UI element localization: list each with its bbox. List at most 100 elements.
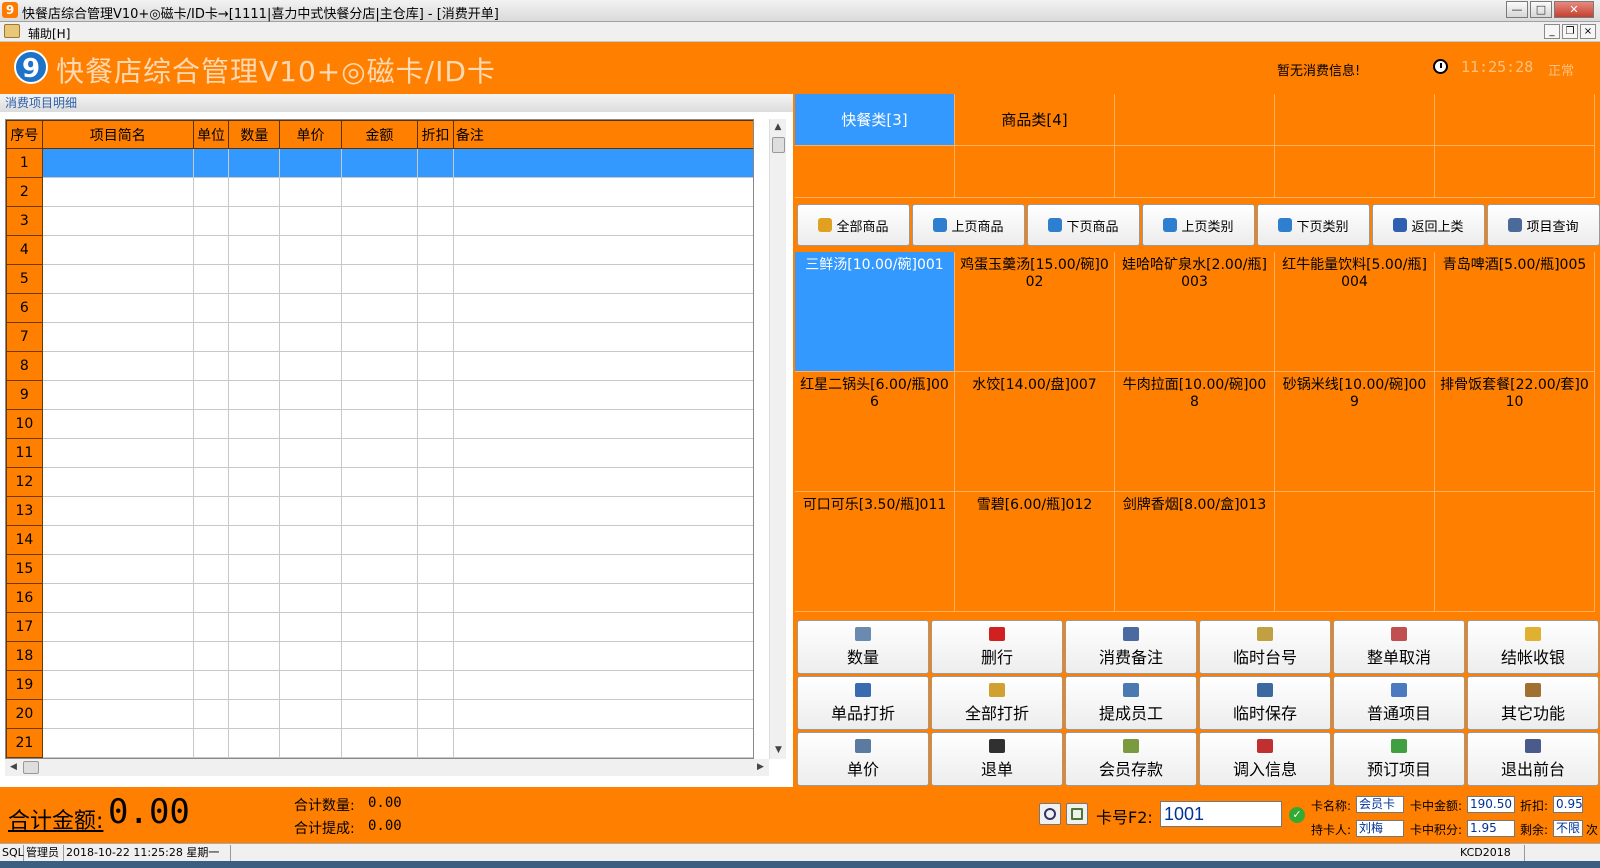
table-row[interactable]: 1 (6, 148, 753, 178)
table-cell[interactable] (279, 438, 342, 468)
table-cell[interactable] (452, 467, 753, 497)
table-cell[interactable] (192, 264, 230, 294)
table-cell[interactable] (417, 206, 454, 236)
table-cell[interactable] (192, 525, 230, 555)
table-cell[interactable] (279, 322, 342, 352)
table-cell[interactable] (452, 525, 753, 555)
table-cell[interactable] (192, 641, 230, 671)
table-cell[interactable] (279, 148, 342, 178)
nav-button[interactable]: 下页类别 (1257, 204, 1370, 246)
table-cell[interactable] (228, 177, 281, 207)
table-cell[interactable] (279, 641, 342, 671)
table-cell[interactable] (417, 322, 454, 352)
table-cell[interactable] (41, 235, 194, 265)
hscroll-thumb[interactable] (23, 761, 39, 774)
table-cell[interactable] (192, 235, 230, 265)
table-cell[interactable] (417, 438, 454, 468)
table-cell[interactable] (340, 554, 419, 584)
nav-button[interactable]: 上页类别 (1142, 204, 1255, 246)
row-index[interactable]: 10 (6, 409, 43, 439)
function-button[interactable]: 其它功能 (1467, 676, 1599, 730)
table-cell[interactable] (340, 438, 419, 468)
row-index[interactable]: 11 (6, 438, 43, 468)
table-row[interactable]: 8 (6, 351, 753, 381)
nav-button[interactable]: 返回上类 (1372, 204, 1485, 246)
function-button[interactable]: 整单取消 (1333, 620, 1465, 674)
table-cell[interactable] (417, 641, 454, 671)
function-button[interactable]: 临时保存 (1199, 676, 1331, 730)
mdi-close-button[interactable]: × (1580, 24, 1596, 39)
table-cell[interactable] (340, 409, 419, 439)
row-index[interactable]: 21 (6, 728, 43, 758)
table-cell[interactable] (452, 699, 753, 729)
table-cell[interactable] (417, 699, 454, 729)
table-row[interactable]: 17 (6, 612, 753, 642)
category-tab[interactable]: 商品类[4] (955, 94, 1115, 146)
function-button[interactable]: 退出前台 (1467, 732, 1599, 786)
category-empty-cell[interactable] (1115, 94, 1275, 146)
table-cell[interactable] (452, 496, 753, 526)
minimize-button[interactable]: — (1506, 1, 1528, 18)
function-button[interactable]: 结帐收银 (1467, 620, 1599, 674)
table-cell[interactable] (228, 293, 281, 323)
table-cell[interactable] (417, 351, 454, 381)
table-cell[interactable] (192, 496, 230, 526)
table-cell[interactable] (41, 641, 194, 671)
table-cell[interactable] (340, 699, 419, 729)
column-header[interactable]: 单价 (279, 120, 342, 149)
table-cell[interactable] (279, 728, 342, 758)
table-cell[interactable] (228, 496, 281, 526)
table-cell[interactable] (228, 380, 281, 410)
table-cell[interactable] (279, 496, 342, 526)
table-cell[interactable] (452, 612, 753, 642)
table-row[interactable]: 3 (6, 206, 753, 236)
table-row[interactable]: 12 (6, 467, 753, 497)
product-item[interactable]: 剑牌香烟[8.00/盒]013 (1115, 492, 1275, 612)
row-index[interactable]: 15 (6, 554, 43, 584)
table-cell[interactable] (417, 264, 454, 294)
scroll-up-button[interactable]: ▲ (770, 119, 786, 136)
row-index[interactable]: 7 (6, 322, 43, 352)
table-cell[interactable] (452, 322, 753, 352)
product-item[interactable]: 砂锅米线[10.00/碗]009 (1275, 372, 1435, 492)
nav-button[interactable]: 全部商品 (797, 204, 910, 246)
category-empty-cell[interactable] (1435, 146, 1595, 198)
product-item[interactable]: 青岛啤酒[5.00/瓶]005 (1435, 252, 1595, 372)
product-item[interactable]: 雪碧[6.00/瓶]012 (955, 492, 1115, 612)
column-header[interactable]: 备注 (452, 120, 753, 149)
function-button[interactable]: 提成员工 (1065, 676, 1197, 730)
table-cell[interactable] (452, 148, 753, 178)
table-cell[interactable] (228, 438, 281, 468)
table-cell[interactable] (279, 554, 342, 584)
table-cell[interactable] (192, 380, 230, 410)
maximize-button[interactable]: □ (1530, 1, 1552, 18)
table-cell[interactable] (417, 554, 454, 584)
function-button[interactable]: 退单 (931, 732, 1063, 786)
table-cell[interactable] (417, 380, 454, 410)
table-cell[interactable] (340, 351, 419, 381)
table-cell[interactable] (452, 264, 753, 294)
table-cell[interactable] (41, 699, 194, 729)
card-search-button[interactable] (1039, 803, 1061, 825)
scroll-left-button[interactable]: ◀ (5, 759, 22, 776)
table-cell[interactable] (340, 177, 419, 207)
table-row[interactable]: 20 (6, 699, 753, 729)
table-cell[interactable] (279, 670, 342, 700)
table-cell[interactable] (340, 206, 419, 236)
table-cell[interactable] (279, 467, 342, 497)
category-empty-cell[interactable] (1275, 94, 1435, 146)
function-button[interactable]: 消费备注 (1065, 620, 1197, 674)
table-cell[interactable] (340, 525, 419, 555)
table-cell[interactable] (452, 177, 753, 207)
table-cell[interactable] (41, 554, 194, 584)
table-cell[interactable] (452, 293, 753, 323)
horizontal-scrollbar[interactable]: ◀ ▶ (5, 759, 769, 776)
table-row[interactable]: 15 (6, 554, 753, 584)
table-row[interactable]: 11 (6, 438, 753, 468)
table-row[interactable]: 19 (6, 670, 753, 700)
table-row[interactable]: 9 (6, 380, 753, 410)
table-cell[interactable] (41, 496, 194, 526)
category-empty-cell[interactable] (1275, 146, 1435, 198)
table-cell[interactable] (340, 496, 419, 526)
table-cell[interactable] (452, 409, 753, 439)
